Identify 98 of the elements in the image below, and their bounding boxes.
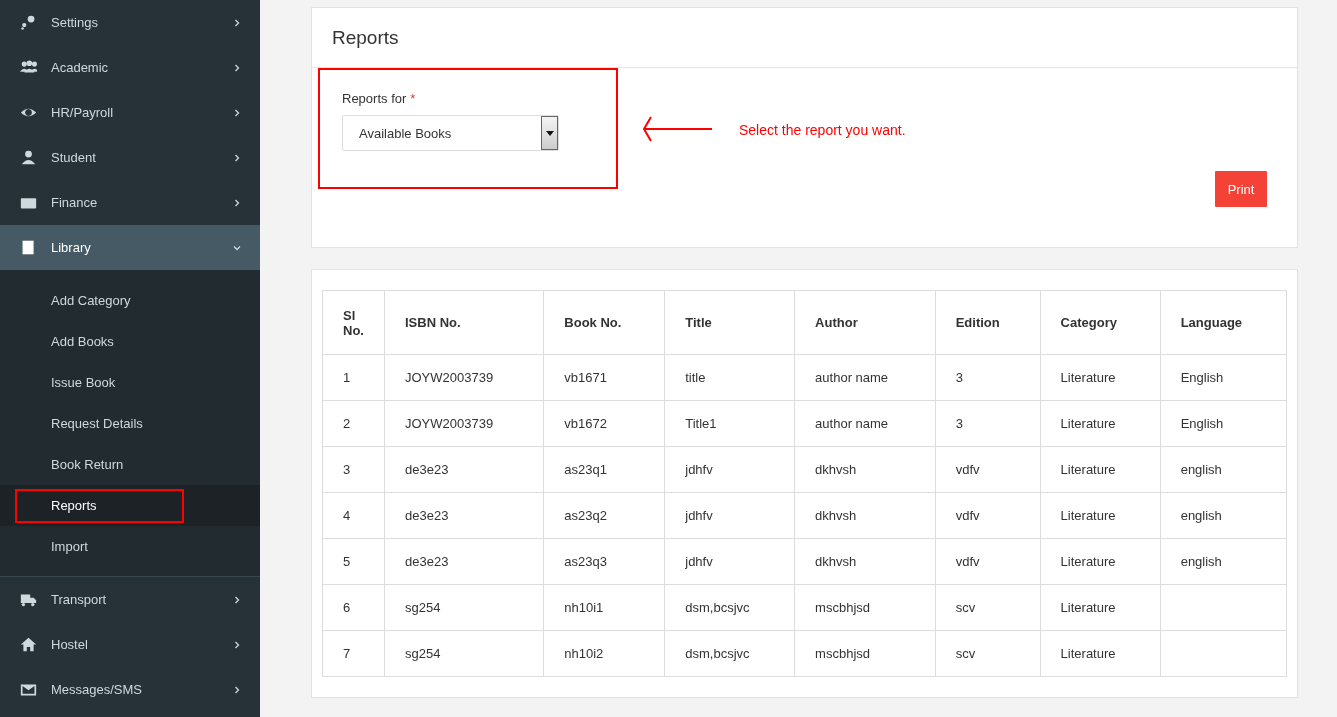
table-cell: as23q3	[543, 538, 665, 585]
table-cell: scv	[935, 630, 1041, 677]
chevron-right-icon	[232, 17, 242, 28]
submenu-item[interactable]: Request Details	[0, 403, 260, 444]
users-icon	[20, 59, 37, 76]
table-cell: 2	[322, 400, 385, 447]
table-cell: nh10i1	[543, 584, 665, 631]
table-cell: 3	[322, 446, 385, 493]
table-cell: Literature	[1040, 446, 1161, 493]
sidebar-item[interactable]: Finance	[0, 180, 260, 225]
table-cell: de3e23	[384, 538, 544, 585]
submenu-item[interactable]: Issue Book	[0, 362, 260, 403]
sidebar-item[interactable]: Student	[0, 135, 260, 180]
column-header: Author	[794, 290, 936, 355]
table-cell: jdhfv	[664, 538, 795, 585]
table-cell: English	[1160, 354, 1287, 401]
print-button[interactable]: Print	[1215, 171, 1267, 207]
table-cell: author name	[794, 354, 936, 401]
column-header: ISBN No.	[384, 290, 544, 355]
table-cell: English	[1160, 400, 1287, 447]
chevron-right-icon	[232, 594, 242, 605]
table-cell: english	[1160, 446, 1287, 493]
table-cell: nh10i2	[543, 630, 665, 677]
table-cell: 7	[322, 630, 385, 677]
submenu-item[interactable]: Reports	[0, 485, 260, 526]
card-title: Reports	[332, 26, 399, 49]
sidebar-item[interactable]: Hostel	[0, 622, 260, 667]
table-cell: jdhfv	[664, 492, 795, 539]
column-header: Edition	[935, 290, 1041, 355]
table-cell: de3e23	[384, 492, 544, 539]
truck-icon	[20, 591, 37, 608]
table-cell: vb1672	[543, 400, 665, 447]
table-cell: 6	[322, 584, 385, 631]
table-cell: jdhfv	[664, 446, 795, 493]
sidebar-item[interactable]: Settings	[0, 0, 260, 45]
table-cell: vdfv	[935, 538, 1041, 585]
submenu-item[interactable]: Add Books	[0, 321, 260, 362]
table-cell: dkhvsh	[794, 538, 936, 585]
annotation-note: Select the report you want.	[739, 122, 906, 138]
table-cell: 3	[935, 400, 1041, 447]
field-label: Reports for	[342, 91, 407, 106]
column-header: Book No.	[543, 290, 665, 355]
sidebar-item[interactable]: Transport	[0, 577, 260, 622]
table-cell: JOYW2003739	[384, 354, 544, 401]
table-cell: Literature	[1040, 354, 1161, 401]
submenu-item[interactable]: Book Return	[0, 444, 260, 485]
table-cell: english	[1160, 492, 1287, 539]
table-cell: vb1671	[543, 354, 665, 401]
sidebar-item[interactable]: Library	[0, 225, 260, 270]
chevron-right-icon	[232, 197, 242, 208]
table-cell: 5	[322, 538, 385, 585]
table-cell: mscbhjsd	[794, 584, 936, 631]
chevron-right-icon	[232, 107, 242, 118]
table-cell: dsm,bcsjvc	[664, 630, 795, 677]
table-cell: de3e23	[384, 446, 544, 493]
sidebar-item[interactable]: HR/Payroll	[0, 90, 260, 135]
table-cell: Literature	[1040, 492, 1161, 539]
column-header: Language	[1160, 290, 1287, 355]
column-header: Sl No.	[322, 290, 385, 355]
required-mark: *	[410, 91, 416, 106]
column-header: Title	[664, 290, 795, 355]
chevron-right-icon	[232, 639, 242, 650]
mail-icon	[20, 681, 37, 698]
table-cell: dkhvsh	[794, 492, 936, 539]
submenu-item[interactable]: Add Category	[0, 280, 260, 321]
table-cell: dsm,bcsjvc	[664, 584, 795, 631]
user-icon	[20, 149, 37, 166]
chevron-right-icon	[232, 152, 242, 163]
table-cell: dkhvsh	[794, 446, 936, 493]
table-cell: 3	[935, 354, 1041, 401]
table-cell: Literature	[1040, 584, 1161, 631]
table-cell: vdfv	[935, 446, 1041, 493]
table-cell: Literature	[1040, 538, 1161, 585]
sidebar-item[interactable]: Academic	[0, 45, 260, 90]
table-cell: sg254	[384, 584, 544, 631]
table-cell: vdfv	[935, 492, 1041, 539]
table-cell: Title1	[664, 400, 795, 447]
chevron-right-icon	[232, 684, 242, 695]
table-cell: english	[1160, 538, 1287, 585]
chevron-right-icon	[232, 62, 242, 73]
table-cell: title	[664, 354, 795, 401]
table-cell: Literature	[1040, 630, 1161, 677]
table-cell: scv	[935, 584, 1041, 631]
submenu-item[interactable]: Import	[0, 526, 260, 567]
table-cell: JOYW2003739	[384, 400, 544, 447]
table-cell: mscbhjsd	[794, 630, 936, 677]
table-cell: as23q1	[543, 446, 665, 493]
left-arrow-icon	[641, 114, 713, 144]
report-select[interactable]: Available Books	[342, 115, 559, 151]
table-cell: 1	[322, 354, 385, 401]
column-header: Category	[1040, 290, 1161, 355]
table-cell: as23q2	[543, 492, 665, 539]
home-icon	[20, 636, 37, 653]
sidebar-item[interactable]: Messages/SMS	[0, 667, 260, 712]
table-cell: sg254	[384, 630, 544, 677]
table-cell: author name	[794, 400, 936, 447]
table-cell: Literature	[1040, 400, 1161, 447]
table-cell: 4	[322, 492, 385, 539]
